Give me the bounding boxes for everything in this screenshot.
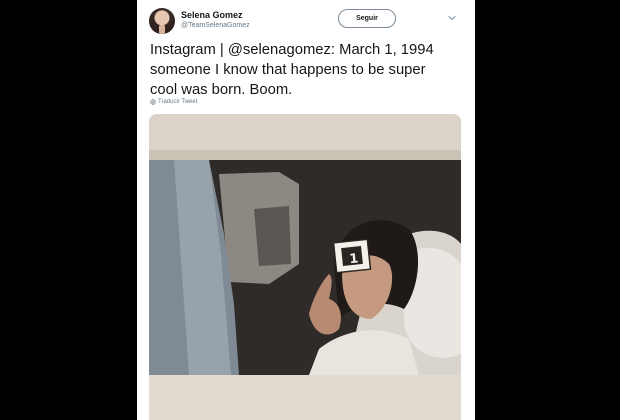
tweet-header: Selena Gomez @TeamSelenaGomez Seguir bbox=[137, 0, 475, 40]
user-handle[interactable]: @TeamSelenaGomez bbox=[181, 22, 250, 29]
avatar[interactable] bbox=[149, 8, 175, 34]
globe-icon bbox=[150, 99, 156, 105]
photo: 1 bbox=[149, 114, 461, 420]
tweet-text: Instagram | @selenagomez: March 1, 1994 … bbox=[150, 40, 465, 100]
translate-label: Traducir Tweet bbox=[158, 99, 198, 105]
translate-tweet-link[interactable]: Traducir Tweet bbox=[150, 99, 197, 105]
tweet-text-line: someone I know that happens to be super bbox=[150, 62, 426, 78]
card-number: 1 bbox=[349, 251, 360, 267]
user-name[interactable]: Selena Gomez bbox=[181, 10, 243, 20]
tweet-media-photo[interactable]: 1 bbox=[149, 114, 461, 420]
chevron-down-icon[interactable] bbox=[447, 13, 457, 23]
tweet-text-line: cool was born. Boom. bbox=[150, 82, 293, 98]
tweet-card: Selena Gomez @TeamSelenaGomez Seguir Ins… bbox=[137, 0, 475, 420]
follow-button[interactable]: Seguir bbox=[338, 9, 396, 28]
tweet-text-line: Instagram | @selenagomez: March 1, 1994 bbox=[150, 42, 434, 58]
